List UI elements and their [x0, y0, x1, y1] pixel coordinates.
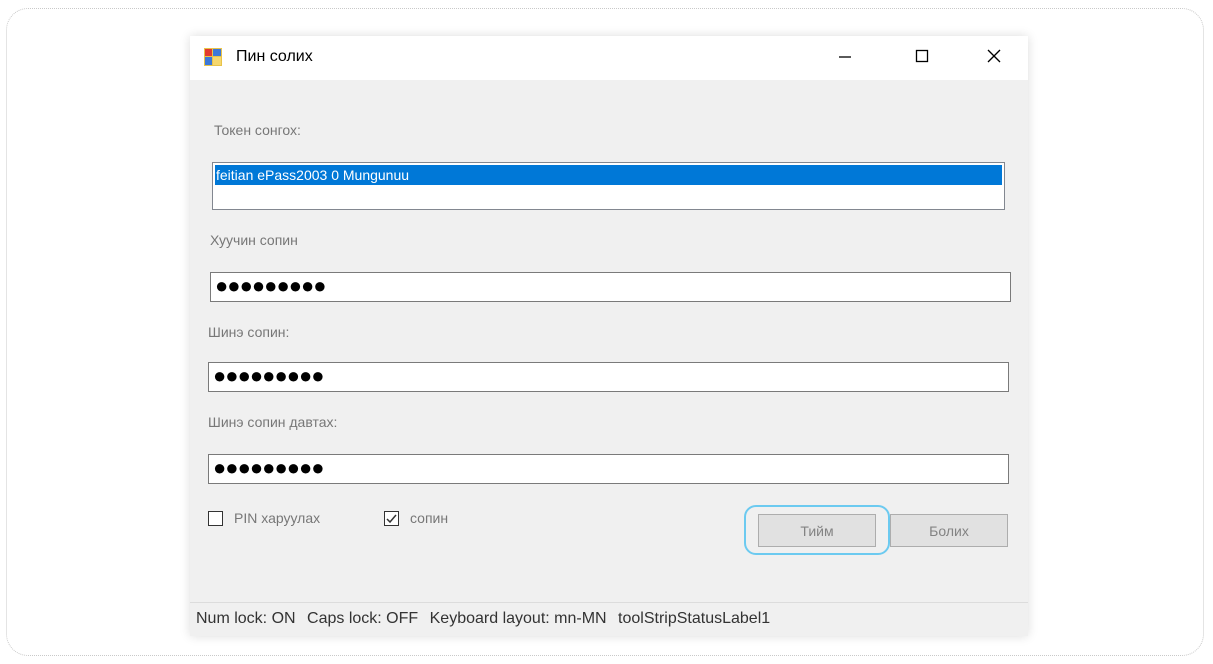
window-title: Пин солих [236, 48, 313, 65]
list-item-selected[interactable]: feitian ePass2003 0 Mungunuu [215, 165, 1002, 185]
close-button[interactable] [971, 36, 1017, 80]
show-pin-checkbox[interactable] [208, 511, 223, 526]
keyboard-layout-status: Keyboard layout: mn-MN [429, 610, 607, 627]
title-bar[interactable]: Пин солих [190, 36, 1028, 80]
maximize-button[interactable] [899, 36, 945, 80]
new-pin-field[interactable]: ●●●●●●●●● [208, 362, 1009, 392]
old-pin-label: Хуучин сопин [210, 232, 298, 248]
ok-button-highlight [744, 505, 890, 555]
token-select-label: Токен сонгох: [214, 122, 301, 138]
app-form-icon [204, 48, 222, 66]
old-pin-field[interactable]: ●●●●●●●●● [210, 272, 1011, 302]
cancel-button[interactable]: Болих [890, 514, 1008, 547]
confirm-pin-field[interactable]: ●●●●●●●●● [208, 454, 1009, 484]
close-icon [986, 48, 1002, 69]
minimize-icon [838, 49, 852, 68]
minimize-button[interactable] [822, 36, 868, 80]
confirm-pin-label: Шинэ сопин давтах: [208, 414, 338, 430]
show-pin-label[interactable]: PIN харуулах [234, 510, 320, 526]
sopin-label[interactable]: сопин [410, 510, 448, 526]
caps-lock-status: Caps lock: OFF [307, 610, 419, 627]
maximize-icon [915, 49, 929, 68]
sopin-checkbox[interactable] [384, 511, 399, 526]
statusbar-divider [190, 602, 1028, 603]
num-lock-status: Num lock: ON [196, 610, 296, 627]
status-bar: Num lock: ON Caps lock: OFF Keyboard lay… [196, 610, 777, 628]
new-pin-label: Шинэ сопин: [208, 324, 290, 340]
status-label-1: toolStripStatusLabel1 [618, 610, 771, 627]
pin-change-window: Пин солих Токен сонгох: feitian ePass200… [190, 36, 1028, 636]
token-listbox[interactable]: feitian ePass2003 0 Mungunuu [212, 162, 1005, 210]
